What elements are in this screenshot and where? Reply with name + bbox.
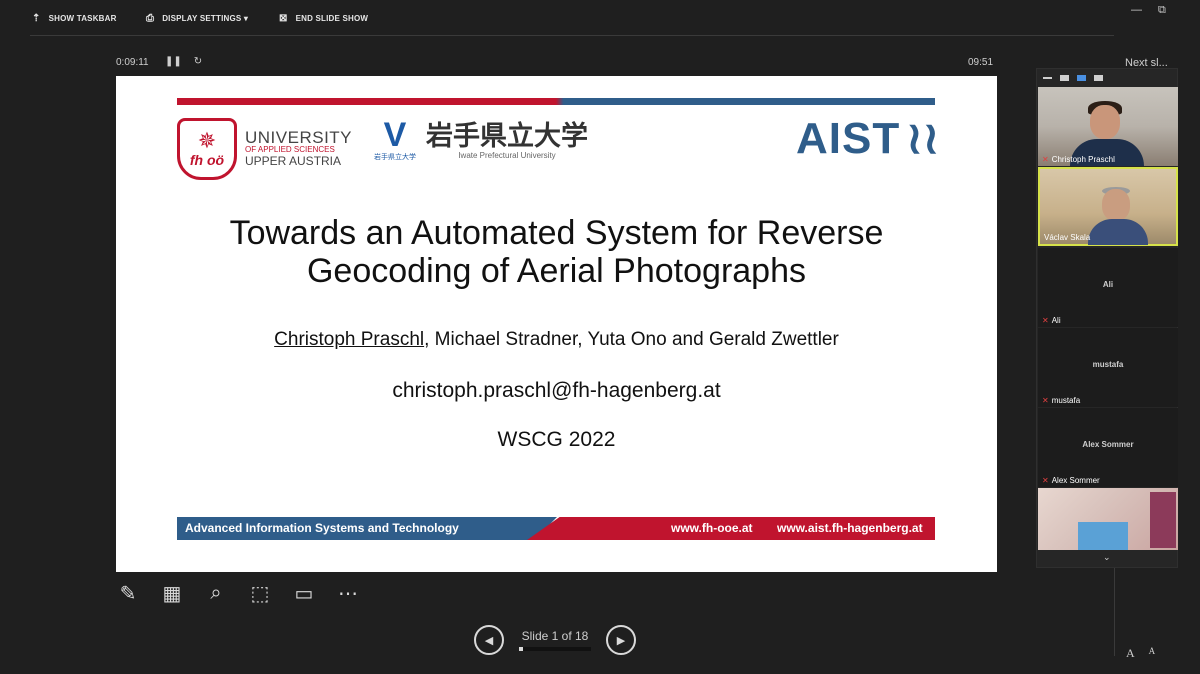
more-options-icon[interactable]: ⋯: [336, 580, 360, 606]
slide-progress-bar: [519, 647, 591, 651]
muted-mic-icon: ✕: [1042, 316, 1049, 325]
slide-navigation: ◀ Slide 1 of 18 ▶: [474, 625, 636, 655]
fh-shield-icon: ✵ fh oö: [177, 118, 237, 180]
taskbar-icon: ⇡: [32, 13, 41, 24]
logo-upper-austria: UPPER AUSTRIA: [245, 153, 342, 168]
slide-counter: Slide 1 of 18: [521, 629, 589, 643]
participant-tile[interactable]: Ali ✕ Ali: [1038, 248, 1178, 327]
iwate-mark-icon: V 岩手県立大学: [374, 116, 416, 161]
participant-tile[interactable]: Alex Sommer ✕ Alex Sommer: [1038, 408, 1178, 487]
end-slideshow-button[interactable]: ⊠ END SLIDE SHOW: [279, 13, 368, 24]
slides-grid-icon[interactable]: ▦: [160, 580, 184, 606]
next-slide-button[interactable]: ▶: [606, 625, 636, 655]
aist-waves-icon: ≀≀: [906, 114, 940, 163]
slide-footer-band: Advanced Information Systems and Technol…: [177, 517, 935, 540]
minimize-button[interactable]: —: [1131, 4, 1142, 16]
laser-pointer-icon[interactable]: ⬚: [248, 580, 272, 606]
muted-mic-icon: ✕: [1042, 155, 1049, 164]
footer-url-fh: www.fh-ooe.at: [671, 521, 753, 535]
increase-font-button[interactable]: A: [1126, 646, 1135, 661]
subtitles-icon[interactable]: ▭: [292, 580, 316, 606]
gallery-view-controls: [1037, 69, 1177, 87]
end-slideshow-label: END SLIDE SHOW: [295, 14, 369, 23]
slide-email: christoph.praschl@fh-hagenberg.at: [392, 379, 721, 402]
iwate-jp-name: 岩手県立大学: [426, 120, 588, 151]
slide-title: Towards an Automated System for Reverse …: [229, 214, 884, 290]
chevron-down-icon[interactable]: ⌄: [1103, 552, 1111, 563]
aist-logo: AIST ≀≀: [796, 114, 940, 163]
logo-applied-sciences: OF APPLIED SCIENCES: [245, 144, 335, 154]
display-settings-button[interactable]: ⎙ DISPLAY SETTINGS ▾: [146, 13, 248, 24]
participant-tile[interactable]: [1038, 488, 1178, 550]
zoom-icon[interactable]: ⌕: [204, 580, 228, 606]
participant-tile[interactable]: mustafa ✕ mustafa: [1038, 328, 1178, 407]
view-thumbnail-icon[interactable]: [1060, 75, 1069, 81]
presenter-toolbar: ⇡ SHOW TASKBAR ⎙ DISPLAY SETTINGS ▾ ⊠ EN…: [0, 0, 1200, 36]
footer-left-text: Advanced Information Systems and Technol…: [185, 521, 459, 535]
presenter-tools: ✎ ▦ ⌕ ⬚ ▭ ⋯: [116, 580, 360, 606]
end-slideshow-icon: ⊠: [279, 13, 288, 24]
display-settings-label: DISPLAY SETTINGS ▾: [162, 14, 249, 23]
pause-icon[interactable]: ❚❚: [165, 56, 182, 67]
logo-university: UNIVERSITY: [245, 127, 353, 147]
muted-mic-icon: ✕: [1042, 476, 1049, 485]
other-authors: , Michael Stradner, Yuta Ono and Gerald …: [424, 329, 839, 350]
previous-slide-button[interactable]: ◀: [474, 625, 504, 655]
show-taskbar-label: SHOW TASKBAR: [48, 14, 117, 23]
muted-mic-icon: ✕: [1042, 396, 1049, 405]
slide-conference: WSCG 2022: [497, 428, 616, 451]
restore-button[interactable]: ⧉: [1158, 4, 1166, 17]
participant-tile[interactable]: Václav Skala: [1038, 167, 1178, 246]
view-grid-icon[interactable]: [1094, 75, 1103, 81]
restart-icon[interactable]: ↻: [194, 56, 202, 67]
slide-top-stripe: [177, 98, 935, 105]
iwate-university-logo: V 岩手県立大学 岩手県立大学 Iwate Prefectural Univer…: [374, 118, 588, 162]
pen-icon[interactable]: ✎: [116, 580, 140, 606]
fh-upper-austria-logo: ✵ fh oö UNIVERSITY OF APPLIED SCIENCES U…: [177, 118, 352, 180]
current-slide[interactable]: ✵ fh oö UNIVERSITY OF APPLIED SCIENCES U…: [116, 76, 997, 572]
view-strip-icon[interactable]: [1077, 75, 1086, 81]
slide-authors: Christoph Praschl, Michael Stradner, Yut…: [116, 329, 997, 351]
clock: 09:51: [968, 57, 994, 68]
footer-url-aist: www.aist.fh-hagenberg.at: [777, 521, 923, 535]
participant-tile[interactable]: ✕ Christoph Praschl: [1038, 87, 1178, 166]
presentation-timer: 0:09:11: [116, 57, 149, 68]
view-minimize-icon[interactable]: [1043, 77, 1052, 79]
display-settings-icon: ⎙: [146, 13, 155, 24]
iwate-en-name: Iwate Prefectural University: [458, 150, 556, 160]
first-author: Christoph Praschl: [274, 329, 425, 350]
show-taskbar-button[interactable]: ⇡ SHOW TASKBAR: [32, 13, 117, 24]
decrease-font-button[interactable]: A: [1149, 646, 1156, 661]
meeting-gallery: ✕ Christoph Praschl Václav Skala Ali ✕ Ali…: [1036, 68, 1178, 568]
toolbar-divider: [30, 35, 1114, 36]
